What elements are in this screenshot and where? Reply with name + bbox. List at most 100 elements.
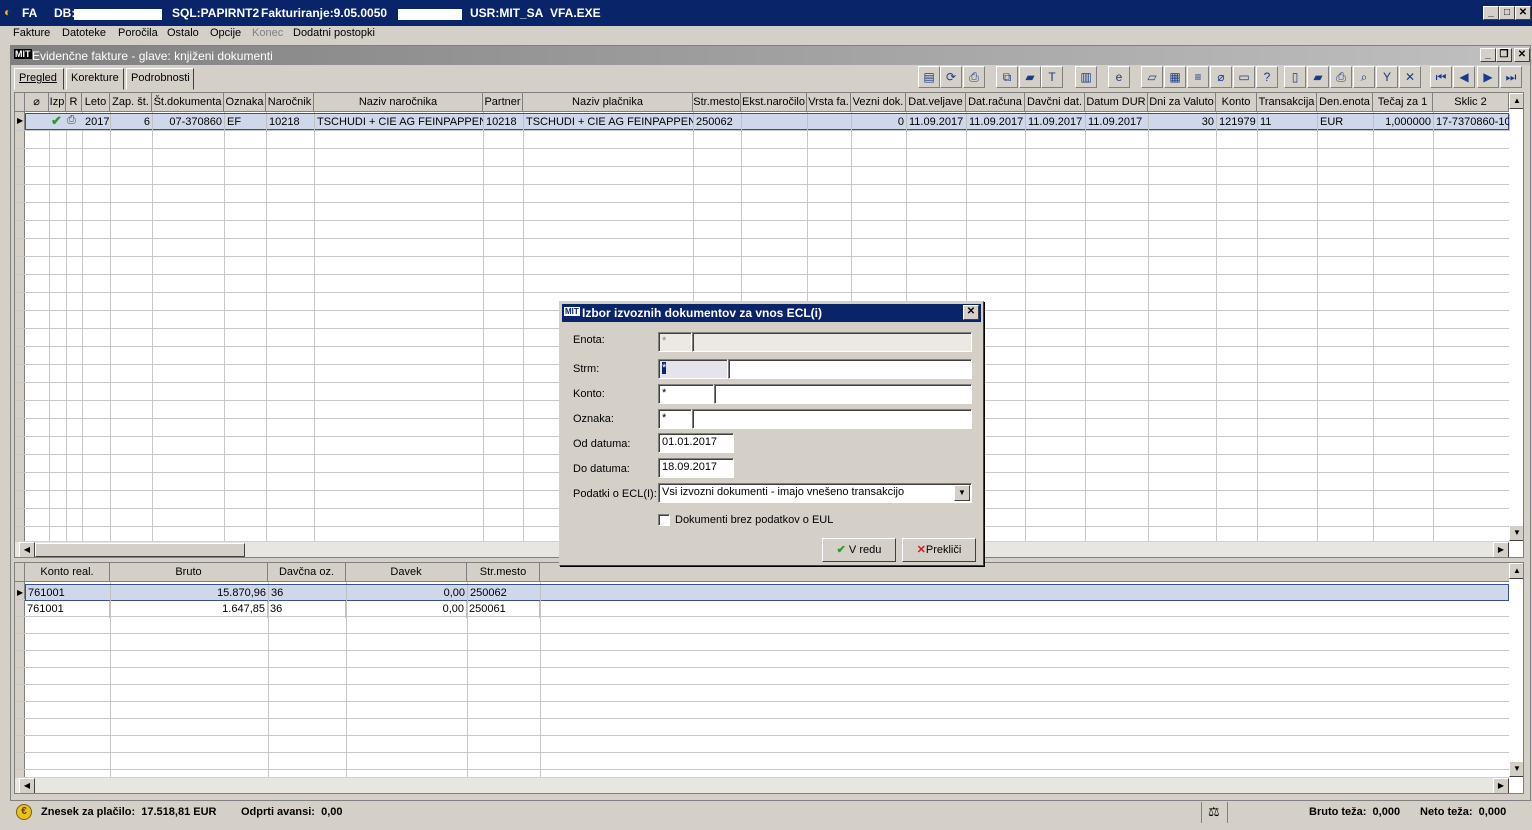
- strm-code-input[interactable]: *: [658, 359, 728, 379]
- oznaka-name-input[interactable]: [692, 409, 972, 429]
- col-bruto[interactable]: Bruto: [110, 563, 268, 582]
- col-dat-racuna[interactable]: Dat.računa: [966, 93, 1025, 112]
- menu-ostalo[interactable]: Ostalo: [167, 27, 199, 39]
- col-r[interactable]: R: [66, 93, 82, 112]
- help-icon[interactable]: ?: [1256, 66, 1278, 88]
- first-record-icon[interactable]: ⏮: [1430, 66, 1452, 88]
- detail-scroll-down-button[interactable]: ▼: [1509, 761, 1523, 777]
- col-datum-dur[interactable]: Datum DUR: [1085, 93, 1148, 112]
- detail-scroll-left-button[interactable]: ◀: [19, 778, 35, 793]
- col-leto[interactable]: Leto: [82, 93, 110, 112]
- col-str-mesto-detail[interactable]: Str.mesto: [467, 563, 540, 582]
- col-vezni-dok[interactable]: Vezni dok.: [851, 93, 906, 112]
- col-den-enota[interactable]: Den.enota: [1317, 93, 1373, 112]
- col-naziv-placnika[interactable]: Naziv plačnika: [523, 93, 693, 112]
- font-icon[interactable]: T: [1041, 66, 1063, 88]
- next-record-icon[interactable]: ▶: [1477, 66, 1499, 88]
- col-oznaka[interactable]: Oznaka: [224, 93, 266, 112]
- forms-icon[interactable]: ▦: [1164, 66, 1186, 88]
- scroll-left-button[interactable]: ◀: [19, 542, 35, 557]
- open-folder-icon[interactable]: ▰: [1019, 66, 1041, 88]
- detail-scroll-up-button[interactable]: ▲: [1509, 563, 1523, 579]
- comment-icon[interactable]: ▭: [1233, 66, 1255, 88]
- col-sklic-2[interactable]: Sklic 2: [1433, 93, 1509, 112]
- close-button[interactable]: ✕: [1515, 6, 1531, 20]
- print-preview-icon[interactable]: ⎙: [963, 66, 985, 88]
- konto-code-input[interactable]: *: [658, 384, 714, 404]
- col-naziv-narocnika[interactable]: Naziv naročnika: [314, 93, 483, 112]
- ok-button[interactable]: ✔ V redu: [822, 538, 896, 562]
- col-dat-veljave[interactable]: Dat.veljave: [906, 93, 966, 112]
- detail-scroll-right-button[interactable]: ▶: [1493, 778, 1509, 793]
- dialog-close-button[interactable]: ✕: [963, 305, 979, 320]
- last-record-icon[interactable]: ⏭: [1500, 66, 1522, 88]
- menu-dodatni-postopki[interactable]: Dodatni postopki: [293, 27, 375, 39]
- col-davcni-dat[interactable]: Davčni dat.: [1025, 93, 1085, 112]
- menu-fakture[interactable]: Fakture: [13, 27, 50, 39]
- col-konto-real[interactable]: Konto real.: [25, 563, 110, 582]
- pdf-icon[interactable]: ▥: [1075, 66, 1097, 88]
- cancel-button[interactable]: ✕Prekliči: [902, 538, 976, 562]
- col-transakcija[interactable]: Transakcija: [1257, 93, 1317, 112]
- new-icon[interactable]: ▯: [1284, 66, 1306, 88]
- detail-horizontal-scrollbar[interactable]: ◀ ▶: [15, 777, 1509, 793]
- tab-pregled[interactable]: Pregled: [14, 68, 64, 90]
- brez-eul-checkbox[interactable]: [658, 514, 670, 526]
- col-konto[interactable]: Konto: [1216, 93, 1257, 112]
- strm-name-input[interactable]: [728, 359, 972, 379]
- do-datuma-input[interactable]: 18.09.2017: [658, 458, 734, 478]
- table-row[interactable]: ✔ ⎙ 2017 6 07-370860 EF 10218 TSCHUDI + …: [25, 113, 1510, 131]
- table-row[interactable]: 761001 1.647,85 36 0,00 250061: [25, 601, 1509, 618]
- table-row[interactable]: 761001 15.870,96 36 0,00 250062: [25, 584, 1509, 602]
- print-icon[interactable]: ⎙: [1330, 66, 1352, 88]
- detail-grid[interactable]: Konto real. Bruto Davčna oz. Davek Str.m…: [14, 562, 1524, 794]
- previous-record-icon[interactable]: ◀: [1453, 66, 1475, 88]
- enota-name-input[interactable]: [692, 332, 972, 352]
- copy-icon[interactable]: ⧉: [996, 66, 1018, 88]
- tab-podrobnosti[interactable]: Podrobnosti: [126, 68, 194, 90]
- filter-icon[interactable]: Y: [1376, 66, 1398, 88]
- col-davcna-oz[interactable]: Davčna oz.: [268, 563, 346, 582]
- scroll-thumb[interactable]: [35, 543, 245, 557]
- menu-konec[interactable]: Konec: [252, 27, 283, 39]
- chevron-down-icon[interactable]: ▼: [954, 485, 970, 501]
- col-zap-st[interactable]: Zap. št.: [110, 93, 152, 112]
- scroll-down-button[interactable]: ▼: [1509, 525, 1523, 541]
- maximize-button[interactable]: □: [1499, 6, 1515, 20]
- scroll-right-button[interactable]: ▶: [1493, 542, 1509, 557]
- open-icon[interactable]: ▰: [1307, 66, 1329, 88]
- attachment-icon[interactable]: ⌀: [1210, 66, 1232, 88]
- child-restore-button[interactable]: ❐: [1496, 48, 1512, 62]
- col-tecaj-za-1[interactable]: Tečaj za 1: [1373, 93, 1433, 112]
- document-icon[interactable]: ▤: [918, 66, 940, 88]
- menu-porocila[interactable]: Poročila: [118, 27, 158, 39]
- col-dni-za-valuto[interactable]: Dni za Valuto: [1148, 93, 1216, 112]
- col-davek[interactable]: Davek: [346, 563, 467, 582]
- konto-name-input[interactable]: [714, 384, 972, 404]
- col-str-mesto[interactable]: Str.mesto: [693, 93, 741, 112]
- col-izp[interactable]: Izp: [49, 93, 66, 112]
- browser-icon[interactable]: e: [1108, 66, 1130, 88]
- col-partner[interactable]: Partner: [483, 93, 523, 112]
- col-vrsta-fa[interactable]: Vrsta fa.: [807, 93, 851, 112]
- minimize-button[interactable]: _: [1483, 6, 1499, 20]
- child-minimize-button[interactable]: _: [1480, 48, 1496, 62]
- folder-icon[interactable]: ▱: [1141, 66, 1163, 88]
- search-icon[interactable]: ⌕: [1353, 66, 1375, 88]
- scroll-up-button[interactable]: ▲: [1509, 93, 1523, 109]
- clear-filter-icon[interactable]: ✕: [1399, 66, 1421, 88]
- child-close-button[interactable]: ✕: [1514, 48, 1530, 62]
- menu-datoteke[interactable]: Datoteke: [62, 27, 106, 39]
- col-st-dokumenta[interactable]: Št.dokumenta: [152, 93, 224, 112]
- podatki-select[interactable]: Vsi izvozni dokumenti - imajo vnešeno tr…: [658, 483, 972, 503]
- col-narocnik[interactable]: Naročnik: [266, 93, 314, 112]
- oznaka-code-input[interactable]: *: [658, 409, 692, 429]
- refresh-icon[interactable]: ⟳: [940, 66, 962, 88]
- enota-code-input[interactable]: *: [658, 332, 692, 352]
- tab-korekture[interactable]: Korekture: [66, 68, 124, 90]
- od-datuma-input[interactable]: 01.01.2017: [658, 433, 734, 453]
- col-ekst-narocilo[interactable]: Ekst.naročilo: [741, 93, 807, 112]
- menu-opcije[interactable]: Opcije: [210, 27, 241, 39]
- stack-icon[interactable]: ≡: [1187, 66, 1209, 88]
- attachment-column-icon[interactable]: ⌀: [25, 93, 49, 112]
